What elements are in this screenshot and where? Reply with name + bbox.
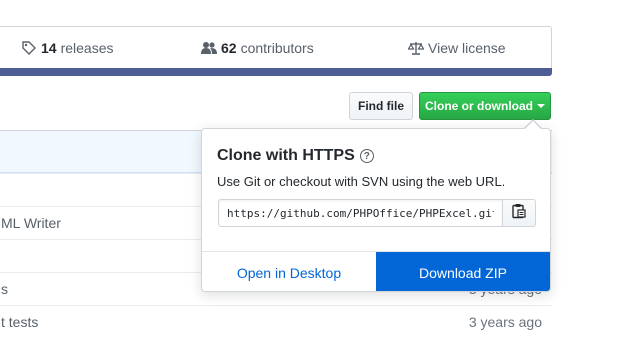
clone-url-group xyxy=(218,199,536,227)
popover-description: Use Git or checkout with SVN using the w… xyxy=(217,174,506,189)
find-file-button[interactable]: Find file xyxy=(349,92,413,120)
popover-footer: Open in Desktop Download ZIP xyxy=(202,251,550,291)
contributors-count: 62 xyxy=(221,40,237,56)
popover-arrow-inner xyxy=(525,121,541,129)
license-link[interactable]: View license xyxy=(408,40,506,56)
question-icon[interactable]: ? xyxy=(359,149,374,163)
commit-message[interactable]: ML Writer xyxy=(1,215,61,231)
clone-or-download-label: Clone or download xyxy=(425,99,533,113)
people-icon xyxy=(201,40,217,56)
tag-icon xyxy=(21,40,37,56)
commit-message[interactable]: s xyxy=(1,281,8,297)
law-icon xyxy=(408,40,424,56)
releases-label: releases xyxy=(60,40,114,56)
license-label: View license xyxy=(428,40,506,56)
commit-age: 3 years ago xyxy=(468,314,542,330)
open-in-desktop-button[interactable]: Open in Desktop xyxy=(202,252,376,291)
caret-down-icon xyxy=(537,104,545,108)
popover-title-text: Clone with HTTPS xyxy=(217,147,355,164)
clipboard-icon xyxy=(512,203,526,224)
download-zip-button[interactable]: Download ZIP xyxy=(376,252,550,291)
releases-link[interactable]: 14 releases xyxy=(21,40,114,56)
commit-message[interactable]: t tests xyxy=(1,314,38,330)
contributors-label: contributors xyxy=(240,40,314,56)
find-file-label: Find file xyxy=(358,99,404,113)
language-bar[interactable] xyxy=(0,68,552,76)
contributors-link[interactable]: 62 contributors xyxy=(201,40,314,56)
releases-count: 14 xyxy=(41,40,57,56)
copy-to-clipboard-button[interactable] xyxy=(502,199,536,227)
clone-popover: Clone with HTTPS ? Use Git or checkout w… xyxy=(201,128,551,292)
clone-url-input[interactable] xyxy=(218,199,502,227)
popover-title: Clone with HTTPS ? xyxy=(217,147,374,165)
clone-or-download-button[interactable]: Clone or download xyxy=(419,92,551,120)
table-row[interactable]: t tests 3 years ago xyxy=(0,305,552,338)
repo-summary: 14 releases 62 contributors View license xyxy=(0,26,552,70)
